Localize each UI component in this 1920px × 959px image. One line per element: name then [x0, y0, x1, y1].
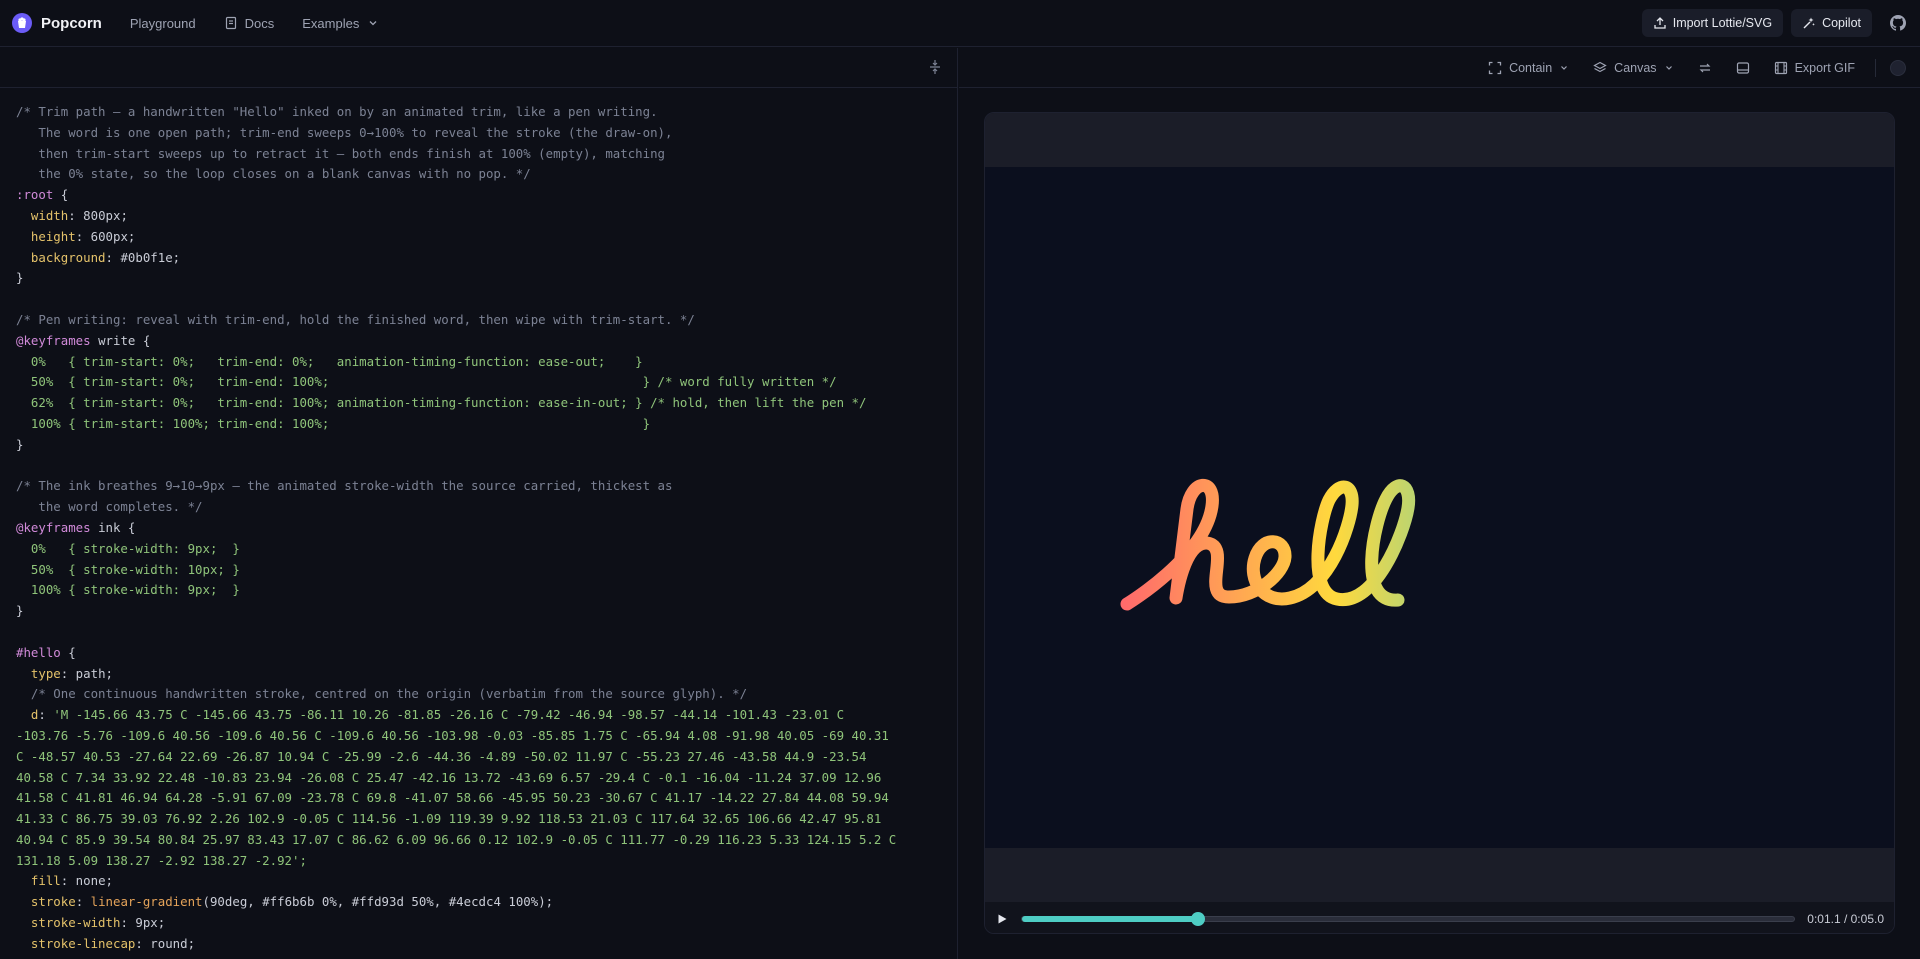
- code-line: 40.94 C 85.9 39.54 80.84 25.97 83.43 17.…: [16, 831, 897, 847]
- layers-icon: [1593, 61, 1607, 72]
- chevron-down-icon: [1561, 65, 1568, 70]
- nav-playground-label: Playground: [129, 15, 196, 31]
- timeline-progress: [1022, 915, 1199, 922]
- code-line: :root {: [16, 187, 69, 203]
- code-line: 41.33 C 86.75 39.03 76.92 2.26 102.9 -0.…: [16, 811, 882, 827]
- import-button[interactable]: Import Lottie/SVG: [1641, 9, 1784, 37]
- code-line: /* Pen writing: reveal with trim-end, ho…: [16, 311, 695, 327]
- loop-button[interactable]: [1688, 61, 1722, 75]
- code-line: C -48.57 40.53 -27.64 22.69 -26.87 10.94…: [16, 748, 867, 764]
- code-line: 50% { stroke-width: 10px; }: [16, 561, 240, 577]
- fit-dropdown[interactable]: Contain: [1478, 61, 1579, 75]
- brand[interactable]: Popcorn: [12, 13, 102, 33]
- code-line: @keyframes ink {: [16, 519, 136, 535]
- timeline-toggle[interactable]: [1726, 61, 1760, 75]
- code-line: }: [16, 603, 24, 619]
- fit-frame-icon: [1488, 61, 1502, 74]
- code-line: }: [16, 270, 24, 286]
- code-line: }: [16, 436, 24, 452]
- animation-canvas[interactable]: [985, 167, 1894, 848]
- copilot-button[interactable]: Copilot: [1791, 9, 1872, 37]
- toolbar-divider: [1875, 58, 1876, 77]
- code-line: stroke: linear-gradient(90deg, #ff6b6b 0…: [30, 894, 554, 910]
- code-line: -103.76 -5.76 -109.6 40.56 -109.6 40.56 …: [16, 727, 889, 743]
- preview-toolbar: Contain Canvas Export GIF: [959, 48, 1920, 88]
- playback-controls: 0:01.1 / 0:05.0: [985, 902, 1894, 933]
- nav-examples-label: Examples: [302, 15, 360, 31]
- chevron-down-icon: [369, 21, 377, 26]
- sparkle-wand-icon: [1803, 17, 1815, 29]
- code-line: then trim-start sweeps up to retract it …: [16, 145, 666, 161]
- code-line: /* One continuous handwritten stroke, ce…: [16, 686, 748, 702]
- upload-icon: [1654, 17, 1666, 29]
- time-readout: 0:01.1 / 0:05.0: [1807, 911, 1884, 926]
- nav-docs[interactable]: Docs: [210, 16, 289, 31]
- chevron-down-icon: [1665, 65, 1672, 70]
- fit-label: Contain: [1509, 60, 1553, 75]
- hello-stroke-drawing: [1120, 478, 1416, 611]
- layer-dropdown[interactable]: Canvas: [1583, 61, 1683, 75]
- code-line: type: path;: [30, 665, 113, 681]
- code-line: 40.58 C 7.34 33.92 22.48 -10.83 23.94 -2…: [16, 769, 882, 785]
- code-line: 131.18 5.09 138.27 -2.92 138.27 -2.92';: [16, 852, 307, 868]
- code-line: /* The ink breathes 9→10→9px — the anima…: [16, 478, 673, 494]
- code-line: 50% { trim-start: 0%; trim-end: 100%; } …: [16, 374, 837, 390]
- book-icon: [225, 16, 236, 30]
- top-bar: Popcorn Playground Docs Examples Import …: [0, 0, 1920, 47]
- github-icon[interactable]: [1888, 13, 1908, 33]
- code-text[interactable]: /* Trim path — a handwritten "Hello" ink…: [16, 102, 947, 955]
- code-line: /* Trim path — a handwritten "Hello" ink…: [16, 104, 658, 119]
- app-name: Popcorn: [41, 14, 102, 32]
- nav-examples[interactable]: Examples: [288, 16, 394, 31]
- code-line: the word completes. */: [16, 499, 203, 515]
- code-line: 0% { trim-start: 0%; trim-end: 0%; anima…: [16, 353, 643, 369]
- code-line: @keyframes write {: [16, 332, 151, 348]
- code-line: fill: none;: [30, 873, 113, 889]
- play-icon: [998, 914, 1007, 923]
- film-icon: [1774, 61, 1787, 74]
- background-color-swatch[interactable]: [1890, 59, 1906, 76]
- code-line: the 0% state, so the loop closes on a bl…: [16, 166, 531, 182]
- code-line: background: #0b0f1e;: [30, 249, 181, 265]
- code-line: 62% { trim-start: 0%; trim-end: 100%; an…: [16, 395, 867, 411]
- export-gif-label: Export GIF: [1794, 60, 1855, 75]
- repeat-icon: [1699, 63, 1711, 72]
- play-button[interactable]: [995, 912, 1009, 926]
- editor-toolbar: [0, 48, 957, 88]
- panel-bottom-icon: [1736, 61, 1749, 74]
- nav-playground[interactable]: Playground: [116, 16, 210, 31]
- preview-stage: 0:01.1 / 0:05.0: [984, 112, 1895, 934]
- code-line: 0% { stroke-width: 9px; }: [16, 540, 240, 556]
- import-label: Import Lottie/SVG: [1672, 16, 1773, 30]
- code-line: stroke-linecap: round;: [30, 935, 196, 951]
- timeline-scrubber[interactable]: [1021, 911, 1796, 926]
- code-line: The word is one open path; trim-end swee…: [16, 124, 673, 140]
- letterbox-bottom: [985, 848, 1894, 902]
- layer-label: Canvas: [1614, 60, 1657, 75]
- code-line: #hello {: [16, 644, 76, 660]
- letterbox-top: [985, 113, 1894, 167]
- code-line: 41.58 C 41.81 46.94 64.28 -5.91 67.09 -2…: [16, 790, 889, 806]
- preview-panel: Contain Canvas Export GIF 0:01.1 / 0:05.…: [959, 48, 1920, 959]
- nav-docs-label: Docs: [244, 15, 275, 31]
- code-line: d: 'M -145.66 43.75 C -145.66 43.75 -86.…: [30, 707, 845, 723]
- code-line: 100% { trim-start: 100%; trim-end: 100%;…: [16, 415, 651, 431]
- code-editor[interactable]: /* Trim path — a handwritten "Hello" ink…: [0, 48, 958, 959]
- export-gif-button[interactable]: Export GIF: [1764, 61, 1865, 75]
- code-line: height: 600px;: [30, 228, 136, 244]
- code-line: width: 800px;: [30, 207, 128, 223]
- collapse-panel-icon[interactable]: [927, 59, 943, 75]
- popcorn-logo-icon: [12, 13, 32, 33]
- copilot-label: Copilot: [1822, 16, 1861, 30]
- code-line: 100% { stroke-width: 9px; }: [16, 582, 240, 598]
- scrubber-handle[interactable]: [1191, 911, 1206, 926]
- code-line: stroke-width: 9px;: [30, 915, 166, 931]
